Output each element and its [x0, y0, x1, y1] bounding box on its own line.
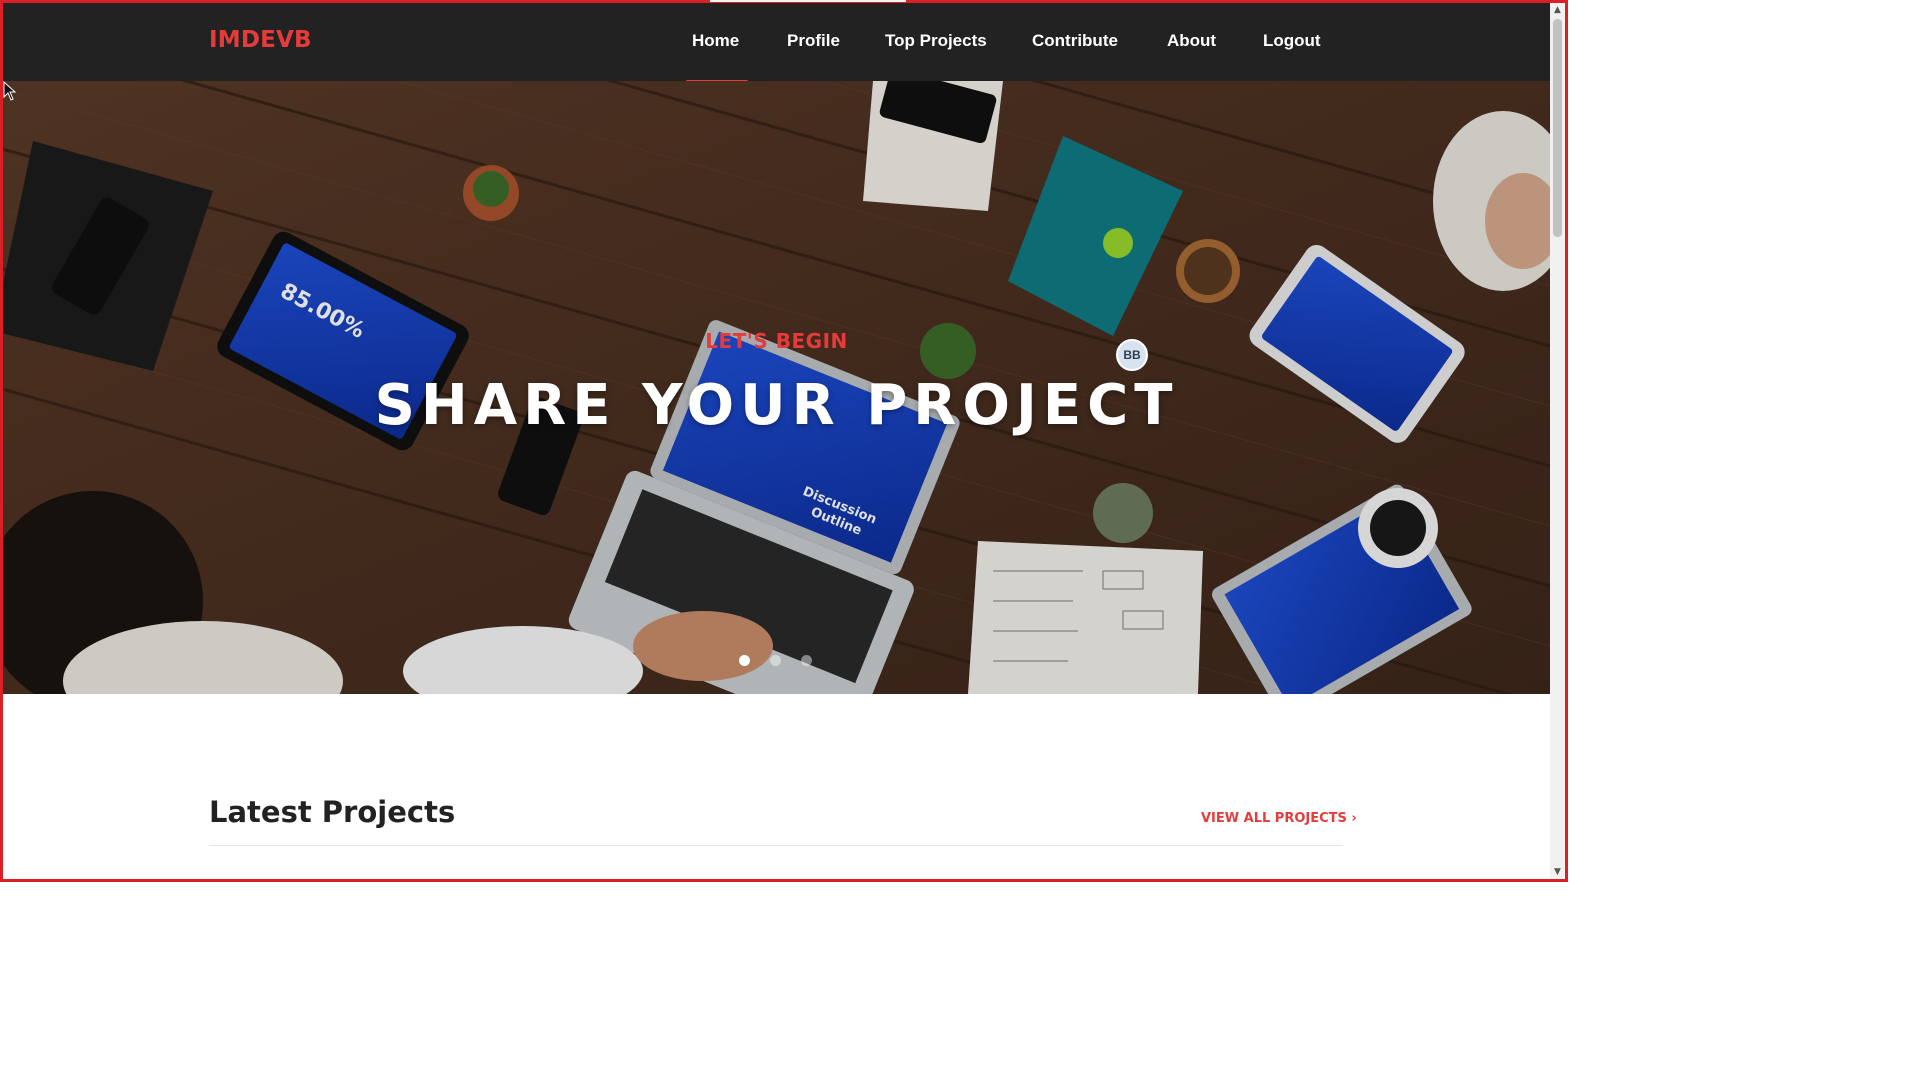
- nav-item-logout[interactable]: Logout: [1263, 31, 1321, 51]
- page-viewport: IMDEVB Home Profile Top Projects Contrib…: [3, 3, 1550, 879]
- navbar: IMDEVB Home Profile Top Projects Contrib…: [3, 3, 1550, 83]
- top-indicator: [710, 0, 906, 2]
- user-avatar[interactable]: BB: [1116, 339, 1148, 371]
- nav-item-top-projects[interactable]: Top Projects: [885, 31, 987, 51]
- chevron-down-icon[interactable]: ▼: [1550, 865, 1565, 879]
- carousel-dot-2[interactable]: [770, 655, 781, 666]
- hero-carousel: 85.00% Discussion Outline LET'S BEGIN SH…: [3, 81, 1550, 694]
- hero-subtitle: LET'S BEGIN: [705, 329, 848, 353]
- chevron-up-icon[interactable]: ▲: [1550, 3, 1565, 17]
- section-divider: [209, 845, 1343, 846]
- brand-logo[interactable]: IMDEVB: [209, 27, 312, 53]
- scrollbar-thumb[interactable]: [1553, 19, 1562, 237]
- vertical-scrollbar[interactable]: ▲ ▼: [1550, 3, 1565, 879]
- mouse-pointer-icon: [3, 81, 17, 101]
- nav-item-about[interactable]: About: [1167, 31, 1216, 51]
- nav-item-profile[interactable]: Profile: [787, 31, 840, 51]
- carousel-dot-3[interactable]: [801, 655, 812, 666]
- latest-projects-title: Latest Projects: [209, 795, 456, 829]
- carousel-dot-1[interactable]: [739, 655, 750, 666]
- nav-item-home[interactable]: Home: [692, 31, 739, 51]
- nav-item-contribute[interactable]: Contribute: [1032, 31, 1118, 51]
- hero-title: SHARE YOUR PROJECT: [374, 373, 1179, 438]
- view-all-projects-link[interactable]: VIEW ALL PROJECTS ›: [1201, 811, 1357, 826]
